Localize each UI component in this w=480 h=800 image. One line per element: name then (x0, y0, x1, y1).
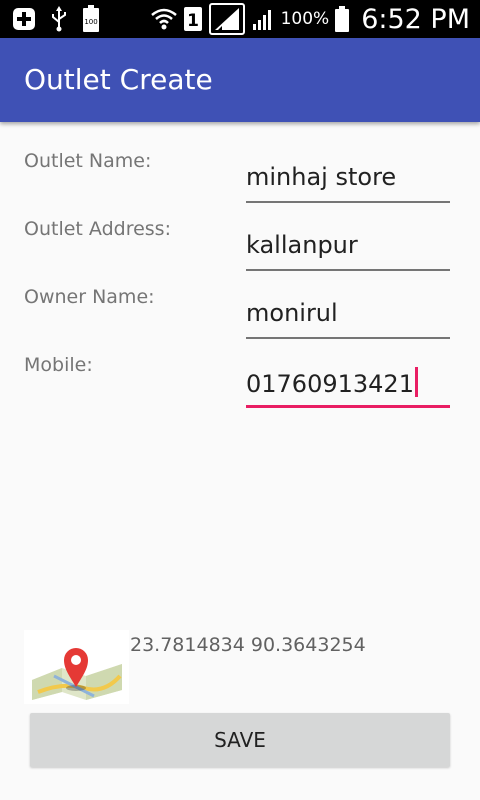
clock: 6:52 PM (361, 3, 470, 35)
battery-icon (335, 6, 350, 32)
mobile-underline (246, 405, 450, 408)
outlet-address-label: Outlet Address: (24, 218, 171, 240)
signal-icon (208, 3, 245, 35)
owner-name-field[interactable]: monirul (246, 299, 450, 339)
status-bar-left: 100 (12, 0, 100, 38)
outlet-address-value: kallanpur (246, 231, 358, 259)
map-pin-icon[interactable] (24, 630, 129, 704)
save-button[interactable]: SAVE (30, 713, 450, 767)
svg-text:1: 1 (187, 11, 199, 31)
page-title: Outlet Create (24, 63, 213, 96)
text-cursor (414, 367, 418, 397)
outlet-address-field[interactable]: kallanpur (246, 231, 450, 271)
mobile-label: Mobile: (24, 354, 93, 376)
outlet-name-label: Outlet Name: (24, 150, 152, 172)
battery-100-icon: 100 (82, 5, 100, 33)
owner-name-underline (246, 337, 450, 339)
mobile-field[interactable]: 01760913421 (246, 367, 450, 408)
usb-icon (50, 6, 68, 32)
status-bar-right: 1 100% 6:52 PM (150, 0, 470, 38)
sim-1-icon: 1 (183, 6, 203, 32)
outlet-address-underline (246, 269, 450, 271)
add-icon (12, 7, 36, 31)
app-bar: Outlet Create (0, 38, 480, 122)
status-bar: 100 1 100% 6:52 PM (0, 0, 480, 38)
owner-name-value: monirul (246, 299, 338, 327)
wifi-icon (150, 7, 177, 31)
signal-icon (251, 6, 275, 32)
outlet-name-underline (246, 201, 450, 203)
outlet-name-value: minhaj store (246, 163, 397, 191)
svg-text:100: 100 (84, 18, 97, 26)
save-button-label: SAVE (214, 728, 266, 752)
mobile-value: 01760913421 (246, 370, 414, 398)
owner-name-label: Owner Name: (24, 286, 155, 308)
battery-percentage: 100% (280, 9, 330, 29)
mobile-value-wrap: 01760913421 (246, 367, 418, 398)
location-coordinates: 23.7814834 90.3643254 (130, 634, 366, 656)
outlet-name-field[interactable]: minhaj store (246, 163, 450, 203)
